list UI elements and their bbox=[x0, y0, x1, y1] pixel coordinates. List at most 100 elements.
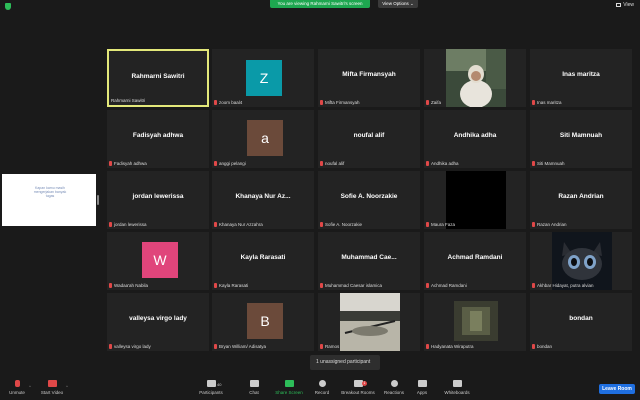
video-tile[interactable]: Achmad Ramdani Achmad Ramdani bbox=[424, 232, 526, 290]
unmute-label: Unmute bbox=[9, 390, 25, 395]
resize-handle[interactable] bbox=[97, 195, 99, 205]
video-tile[interactable]: Rahmarni Sawitri Rahmarni Sawitri bbox=[107, 49, 209, 107]
video-tile[interactable]: Maura Faza bbox=[424, 171, 526, 229]
video-tile[interactable]: Inas maritza Inas maritza bbox=[530, 49, 632, 107]
video-tile[interactable]: jordan lewerissa jordan lewerissa bbox=[107, 171, 209, 229]
label-text: Wadaa'ah Nabila bbox=[114, 283, 148, 288]
participant-label: Ramos bbox=[320, 344, 339, 349]
participant-label: Andhika adha bbox=[426, 161, 459, 166]
leave-room-button[interactable]: Leave Room bbox=[599, 384, 635, 394]
video-tile[interactable]: Z zoom baal4 bbox=[212, 49, 314, 107]
video-tile[interactable]: Khanaya Nur Az... Khanaya Nur Azzahra bbox=[212, 171, 314, 229]
label-text: Ramos bbox=[325, 344, 340, 349]
participant-name: Mifta Firmansyah bbox=[342, 71, 396, 78]
video-tile[interactable]: Andhika adha Andhika adha bbox=[424, 110, 526, 168]
participant-label: Razan Andrian bbox=[532, 222, 567, 227]
video-tile[interactable]: B Bryan William/ Adisatya bbox=[212, 293, 314, 351]
participant-label: noufal alif bbox=[320, 161, 344, 166]
video-tile[interactable]: Muhammad Cae... Muhammad Caesar islamica bbox=[318, 232, 420, 290]
share-screen-label: Share Screen bbox=[275, 390, 303, 395]
participant-label: Bryan William/ Adisatya bbox=[214, 344, 266, 349]
mic-muted-icon bbox=[214, 161, 217, 166]
participant-name: noufal alif bbox=[353, 132, 385, 139]
apps-button[interactable]: Apps bbox=[414, 380, 430, 395]
participant-video bbox=[446, 171, 506, 229]
participant-label: Kayla Rarasati bbox=[214, 283, 248, 288]
participant-name: jordan lewerissa bbox=[132, 193, 184, 200]
shared-screen-thumbnail[interactable]: Kapan kamu masih mengerjakan banyak tuga… bbox=[2, 174, 96, 226]
mic-muted-icon bbox=[214, 283, 217, 288]
participants-button[interactable]: Participants bbox=[196, 380, 226, 395]
participant-video bbox=[454, 301, 498, 341]
mic-muted-icon bbox=[214, 222, 217, 227]
video-tile[interactable]: Zaifa bbox=[424, 49, 526, 107]
label-text: jordan lewerissa bbox=[114, 222, 147, 227]
participant-label: Zaifa bbox=[426, 100, 441, 105]
mic-muted-icon bbox=[532, 161, 535, 166]
avatar: a bbox=[247, 120, 283, 156]
video-tile[interactable]: Fadisyah adhwa Fadisyah adhwa bbox=[107, 110, 209, 168]
chat-button[interactable]: Chat bbox=[244, 380, 264, 395]
participant-name: Sofie A. Noorzakie bbox=[340, 193, 398, 200]
video-tile[interactable]: Kayla Rarasati Kayla Rarasati bbox=[212, 232, 314, 290]
video-tile[interactable]: a anggi pelangi bbox=[212, 110, 314, 168]
participant-label: Khanaya Nur Azzahra bbox=[214, 222, 263, 227]
share-screen-icon bbox=[284, 380, 294, 387]
label-text: Sofie A. Noorzakie bbox=[325, 222, 363, 227]
participant-video bbox=[552, 232, 612, 290]
label-text: Akhbar Hidayat, putra alvian bbox=[537, 283, 594, 288]
video-tile[interactable]: bondan bondan bbox=[530, 293, 632, 351]
video-tile[interactable]: Akhbar Hidayat, putra alvian bbox=[530, 232, 632, 290]
video-tile[interactable]: W Wadaa'ah Nabila bbox=[107, 232, 209, 290]
reactions-button[interactable]: Reactions bbox=[382, 380, 406, 395]
view-button[interactable]: View bbox=[616, 2, 634, 8]
start-video-button[interactable]: Start Video bbox=[38, 380, 66, 395]
unassigned-participant-tooltip: 1 unassigned participant bbox=[310, 355, 380, 370]
share-screen-button[interactable]: Share Screen bbox=[274, 380, 304, 395]
label-text: Rahmarni Sawitri bbox=[111, 98, 146, 103]
mic-muted-icon bbox=[109, 283, 112, 288]
video-off-icon bbox=[47, 380, 57, 387]
video-tile[interactable]: Razan Andrian Razan Andrian bbox=[530, 171, 632, 229]
mic-muted-icon bbox=[426, 283, 429, 288]
microphone-muted-icon bbox=[14, 380, 20, 387]
mic-muted-icon bbox=[109, 344, 112, 349]
unmute-button[interactable]: Unmute bbox=[6, 380, 28, 395]
label-text: Razan Andrian bbox=[537, 222, 567, 227]
participant-name: Kayla Rarasati bbox=[240, 254, 286, 261]
participant-label: Mifta Firmansyah bbox=[320, 100, 360, 105]
mic-muted-icon bbox=[320, 161, 323, 166]
whiteboards-button[interactable]: Whiteboards bbox=[442, 380, 472, 395]
video-tile[interactable]: Sofie A. Noorzakie Sofie A. Noorzakie bbox=[318, 171, 420, 229]
mic-muted-icon bbox=[426, 222, 429, 227]
reactions-icon bbox=[390, 380, 398, 387]
chevron-up-icon[interactable]: ^ bbox=[66, 384, 68, 389]
avatar: B bbox=[247, 303, 283, 339]
participants-count: 40 bbox=[217, 382, 222, 387]
chevron-up-icon[interactable]: ^ bbox=[29, 384, 31, 389]
view-label: View bbox=[623, 2, 634, 8]
mic-muted-icon bbox=[320, 222, 323, 227]
video-tile[interactable]: Siti Mamnuah Siti Mamnuah bbox=[530, 110, 632, 168]
mic-muted-icon bbox=[426, 100, 429, 105]
participant-name: Muhammad Cae... bbox=[341, 254, 397, 261]
participant-label: Hadyanata Wiraputra bbox=[426, 344, 474, 349]
record-button[interactable]: Record bbox=[312, 380, 332, 395]
video-tile[interactable]: Mifta Firmansyah Mifta Firmansyah bbox=[318, 49, 420, 107]
video-tile[interactable]: Hadyanata Wiraputra bbox=[424, 293, 526, 351]
label-text: Andhika adha bbox=[431, 161, 459, 166]
participant-label: Fadisyah adhwa bbox=[109, 161, 147, 166]
participant-label: zoom baal4 bbox=[214, 100, 242, 105]
video-tile[interactable]: noufal alif noufal alif bbox=[318, 110, 420, 168]
participant-label: bondan bbox=[532, 344, 552, 349]
participants-label: Participants bbox=[199, 390, 223, 395]
apps-label: Apps bbox=[416, 390, 428, 395]
breakout-rooms-button[interactable]: Breakout Rooms bbox=[340, 380, 376, 395]
video-tile[interactable]: Ramos bbox=[318, 293, 420, 351]
view-options-button[interactable]: View Options ⌄ bbox=[378, 0, 418, 8]
label-text: Siti Mamnuah bbox=[537, 161, 565, 166]
video-tile[interactable]: valleysa virgo lady valleysa virgo lady bbox=[107, 293, 209, 351]
label-text: anggi pelangi bbox=[219, 161, 246, 166]
mic-muted-icon bbox=[532, 344, 535, 349]
whiteboard-icon bbox=[452, 380, 462, 387]
